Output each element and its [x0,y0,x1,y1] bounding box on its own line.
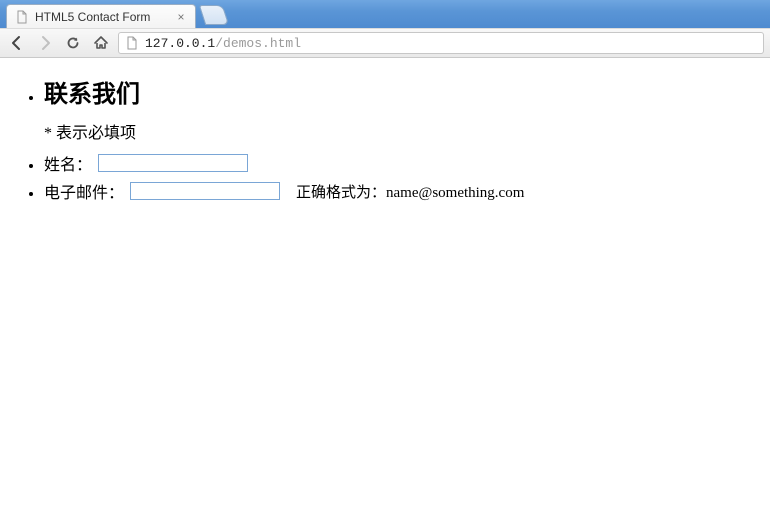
page-favicon-icon [15,10,29,24]
forward-button[interactable] [34,32,56,54]
name-input[interactable] [98,154,248,172]
page-icon [125,36,139,50]
tab-close-icon[interactable]: × [175,11,187,23]
email-input[interactable] [130,182,280,200]
new-tab-button[interactable] [199,5,229,25]
url-host: 127.0.0.1 [145,36,215,51]
address-bar[interactable]: 127.0.0.1/demos.html [118,32,764,54]
url-path: /demos.html [215,36,301,51]
email-label: 电子邮件： [44,179,124,203]
browser-tab-title: HTML5 Contact Form [35,10,175,24]
heading-item: 联系我们 * 表示必填项 [44,74,766,143]
browser-tab-active[interactable]: HTML5 Contact Form × [6,4,196,28]
required-note: * 表示必填项 [44,119,766,143]
field-email-item: 电子邮件： 正确格式为：name@something.com [44,179,766,203]
name-label: 姓名： [44,151,92,175]
browser-toolbar: 127.0.0.1/demos.html [0,28,770,58]
home-button[interactable] [90,32,112,54]
field-name-item: 姓名： [44,151,766,175]
back-button[interactable] [6,32,28,54]
email-hint: 正确格式为：name@something.com [296,181,524,202]
reload-button[interactable] [62,32,84,54]
browser-tab-strip: HTML5 Contact Form × [0,0,770,28]
page-heading: 联系我们 [44,74,766,109]
